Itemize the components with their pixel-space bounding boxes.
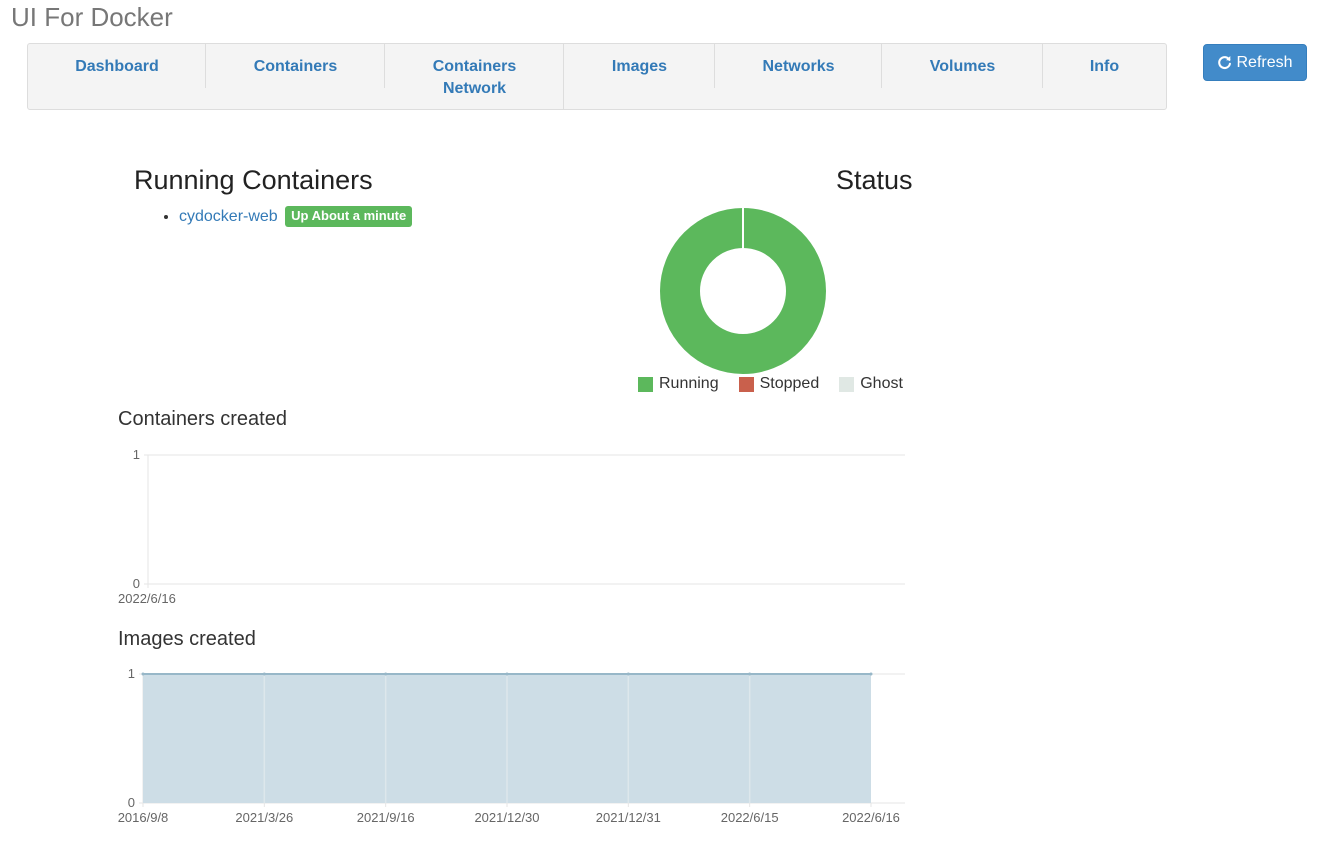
x-tick-label: 2022/6/16 [118, 591, 176, 606]
tab-containers-network-label-2: Network [442, 80, 507, 97]
legend-swatch-ghost [839, 376, 855, 392]
containers-created-chart: 0 1 2022/6/16 [118, 447, 905, 606]
tab-containers-label: Containers [253, 58, 338, 75]
containers-created-title: Containers created [118, 408, 287, 430]
x-tick-label: 2021/9/16 [357, 810, 415, 825]
y-tick-label: 1 [128, 666, 135, 681]
running-containers-heading: Running Containers [134, 165, 373, 195]
x-tick-label: 2022/6/16 [842, 810, 900, 825]
legend-item-running: Running [638, 375, 719, 393]
refresh-icon [1218, 55, 1232, 70]
legend-item-stopped: Stopped [738, 375, 820, 393]
tab-dashboard-label: Dashboard [75, 58, 159, 75]
x-tick-label: 2016/9/8 [118, 810, 169, 825]
data-point [748, 672, 752, 676]
legend-swatch-running [638, 376, 653, 392]
images-created-chart: 0 1 2016/9/8 2021/3/26 2021/9/16 2021/12/30 20… [118, 666, 905, 825]
data-point [505, 672, 509, 676]
tab-images[interactable]: Images [564, 44, 715, 110]
container-link[interactable]: cydocker-web [179, 208, 278, 225]
y-tick-label: 1 [133, 447, 140, 462]
refresh-label: Refresh [1236, 53, 1293, 71]
x-tick-label: 2021/12/30 [474, 810, 539, 825]
tab-volumes[interactable]: Volumes [882, 44, 1043, 110]
tab-dashboard[interactable]: Dashboard [28, 44, 206, 110]
x-tick-label: 2021/3/26 [235, 810, 293, 825]
tab-info[interactable]: Info [1043, 44, 1166, 110]
legend-label-running: Running [659, 375, 719, 392]
tab-containers-network[interactable]: Containers Network [385, 44, 564, 110]
app-title: UI For Docker [11, 2, 173, 32]
list-item: cydocker-web Up About a minute [179, 205, 413, 229]
status-heading: Status [836, 165, 913, 195]
tab-containers[interactable]: Containers [206, 44, 385, 110]
refresh-button[interactable]: Refresh [1203, 44, 1307, 81]
x-tick-label: 2022/6/15 [721, 810, 779, 825]
status-badge: Up About a minute [285, 206, 413, 227]
status-legend: Running Stopped Ghost [638, 375, 903, 393]
tab-containers-network-label-1: Containers [432, 58, 517, 75]
legend-item-ghost: Ghost [839, 375, 903, 393]
y-tick-label: 0 [133, 576, 140, 591]
tab-volumes-label: Volumes [929, 58, 996, 75]
tab-networks-label: Networks [762, 58, 835, 75]
legend-swatch-stopped [738, 376, 754, 392]
status-donut-chart [660, 207, 826, 374]
data-point [384, 672, 388, 676]
x-tick-label: 2021/12/31 [596, 810, 661, 825]
y-tick-label: 0 [128, 795, 135, 810]
legend-label-ghost: Ghost [860, 375, 903, 392]
data-point [869, 672, 873, 676]
tab-networks[interactable]: Networks [715, 44, 882, 110]
tab-images-label: Images [611, 58, 668, 75]
running-containers-list: cydocker-web Up About a minute [160, 205, 413, 229]
main-nav: Dashboard Containers Containers Network … [27, 43, 1167, 110]
data-point [141, 672, 145, 676]
data-point [262, 672, 266, 676]
tab-info-label: Info [1089, 58, 1120, 75]
images-created-title: Images created [118, 628, 256, 650]
data-point [626, 672, 630, 676]
legend-label-stopped: Stopped [759, 375, 820, 392]
